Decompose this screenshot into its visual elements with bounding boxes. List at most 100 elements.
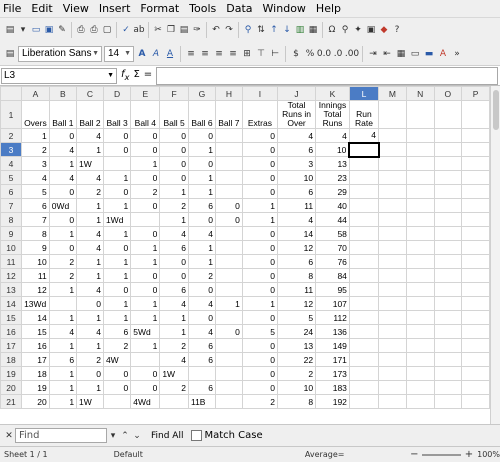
cell-j2[interactable]: 4 (276, 128, 317, 143)
cell-e7[interactable]: 0 (130, 198, 161, 213)
menu-item-data[interactable]: Data (226, 2, 252, 15)
cell-k2[interactable]: 4 (315, 128, 350, 143)
cell-b2[interactable]: 0 (48, 128, 78, 143)
cell-g12[interactable]: 2 (187, 268, 216, 283)
row-header[interactable]: 15 (0, 310, 23, 325)
bold-icon[interactable]: A (136, 48, 148, 60)
cell-i11[interactable]: 0 (241, 254, 278, 269)
menu-item-insert[interactable]: Insert (99, 2, 131, 15)
cell-c20[interactable]: 1 (76, 380, 104, 395)
cell-d11[interactable]: 1 (102, 254, 132, 269)
cell-h13[interactable] (214, 282, 243, 297)
cell-l18[interactable] (348, 352, 380, 367)
chevron-down-icon[interactable]: ▾ (107, 430, 119, 442)
cell-o13[interactable] (433, 282, 463, 297)
cell-l14[interactable] (348, 296, 380, 311)
cell-g18[interactable]: 6 (187, 352, 216, 367)
align-middle-icon[interactable]: ⊢ (269, 48, 281, 60)
cell-b14[interactable] (48, 296, 78, 311)
cell-p14[interactable] (461, 296, 490, 311)
sort-descending-icon[interactable]: ↓ (281, 24, 293, 36)
underline-icon[interactable]: A (164, 48, 176, 60)
cell-k5[interactable]: 23 (315, 170, 350, 185)
cell-n13[interactable] (405, 282, 435, 297)
cell-i14[interactable]: 1 (241, 296, 278, 311)
row-header[interactable]: 2 (0, 128, 23, 143)
column-header-i[interactable]: I (241, 86, 278, 101)
cell-m11[interactable] (378, 254, 407, 269)
font-size-box[interactable]: 14 ▼ (104, 45, 134, 62)
cell-h15[interactable] (214, 310, 243, 325)
cell-p17[interactable] (461, 338, 490, 353)
cell-i15[interactable]: 0 (241, 310, 278, 325)
cell-j9[interactable]: 14 (276, 226, 317, 241)
cell-f12[interactable]: 0 (159, 268, 189, 283)
cell-d15[interactable]: 1 (102, 310, 132, 325)
cell-a8[interactable]: 7 (21, 212, 50, 227)
cell-g4[interactable]: 0 (187, 156, 216, 171)
cell-n17[interactable] (405, 338, 435, 353)
remove-decimal-icon[interactable]: .00 (345, 48, 359, 60)
cell-e6[interactable]: 2 (130, 184, 161, 199)
cell-m14[interactable] (378, 296, 407, 311)
column-header-o[interactable]: O (433, 86, 463, 101)
cell-k1[interactable]: Innings Total Runs (315, 100, 350, 129)
cell-g19[interactable] (187, 366, 216, 381)
cell-d1[interactable]: Ball 3 (102, 100, 132, 129)
row-header[interactable]: 17 (0, 338, 23, 353)
cell-i1[interactable]: Extras (241, 100, 278, 129)
cell-b12[interactable]: 2 (48, 268, 78, 283)
outdent-icon[interactable]: ⇤ (381, 48, 393, 60)
pivot-table-icon[interactable]: ▦ (307, 24, 319, 36)
cell-n12[interactable] (405, 268, 435, 283)
column-header-h[interactable]: H (214, 86, 243, 101)
cell-g11[interactable]: 1 (187, 254, 216, 269)
cell-e19[interactable]: 0 (130, 366, 161, 381)
cell-h6[interactable] (214, 184, 243, 199)
cell-p20[interactable] (461, 380, 490, 395)
row-header[interactable]: 1 (0, 100, 23, 129)
cell-g14[interactable]: 4 (187, 296, 216, 311)
cell-o1[interactable] (433, 100, 463, 129)
cell-h14[interactable]: 1 (214, 296, 243, 311)
cell-h2[interactable] (214, 128, 243, 143)
column-header-e[interactable]: E (130, 86, 161, 101)
cell-p1[interactable] (461, 100, 490, 129)
cell-j20[interactable]: 10 (276, 380, 317, 395)
percent-icon[interactable]: % (304, 48, 316, 60)
number-format-icon[interactable]: 0.0 (317, 48, 331, 60)
cell-n4[interactable] (405, 156, 435, 171)
cell-k20[interactable]: 183 (315, 380, 350, 395)
cell-h5[interactable] (214, 170, 243, 185)
cell-m19[interactable] (378, 366, 407, 381)
redo-icon[interactable]: ↷ (223, 24, 235, 36)
borders-icon[interactable]: ▦ (395, 48, 407, 60)
cell-l1[interactable]: Run Rate (348, 100, 380, 129)
copy-icon[interactable]: ❐ (165, 24, 177, 36)
cell-o10[interactable] (433, 240, 463, 255)
zoom-slider[interactable] (422, 453, 461, 456)
spellcheck-icon[interactable]: ✓ (120, 24, 132, 36)
cell-f11[interactable]: 0 (159, 254, 189, 269)
cell-o15[interactable] (433, 310, 463, 325)
cell-f2[interactable]: 0 (159, 128, 189, 143)
row-header[interactable]: 20 (0, 380, 23, 395)
cell-e17[interactable]: 1 (130, 338, 161, 353)
cell-j3[interactable]: 6 (276, 142, 317, 157)
column-header-d[interactable]: D (102, 86, 132, 101)
cell-j11[interactable]: 6 (276, 254, 317, 269)
help-icon[interactable]: ? (391, 24, 403, 36)
cell-k8[interactable]: 44 (315, 212, 350, 227)
row-header[interactable]: 21 (0, 394, 23, 409)
row-header[interactable]: 11 (0, 254, 23, 269)
cell-f21[interactable] (159, 394, 189, 409)
cell-d21[interactable] (102, 394, 132, 409)
sum-icon[interactable]: Σ (133, 69, 139, 82)
cell-e3[interactable]: 0 (130, 142, 161, 157)
cell-d6[interactable]: 0 (102, 184, 132, 199)
row-header[interactable]: 7 (0, 198, 23, 213)
column-header-k[interactable]: K (315, 86, 350, 101)
column-header-p[interactable]: P (461, 86, 490, 101)
cell-o17[interactable] (433, 338, 463, 353)
cell-f7[interactable]: 2 (159, 198, 189, 213)
